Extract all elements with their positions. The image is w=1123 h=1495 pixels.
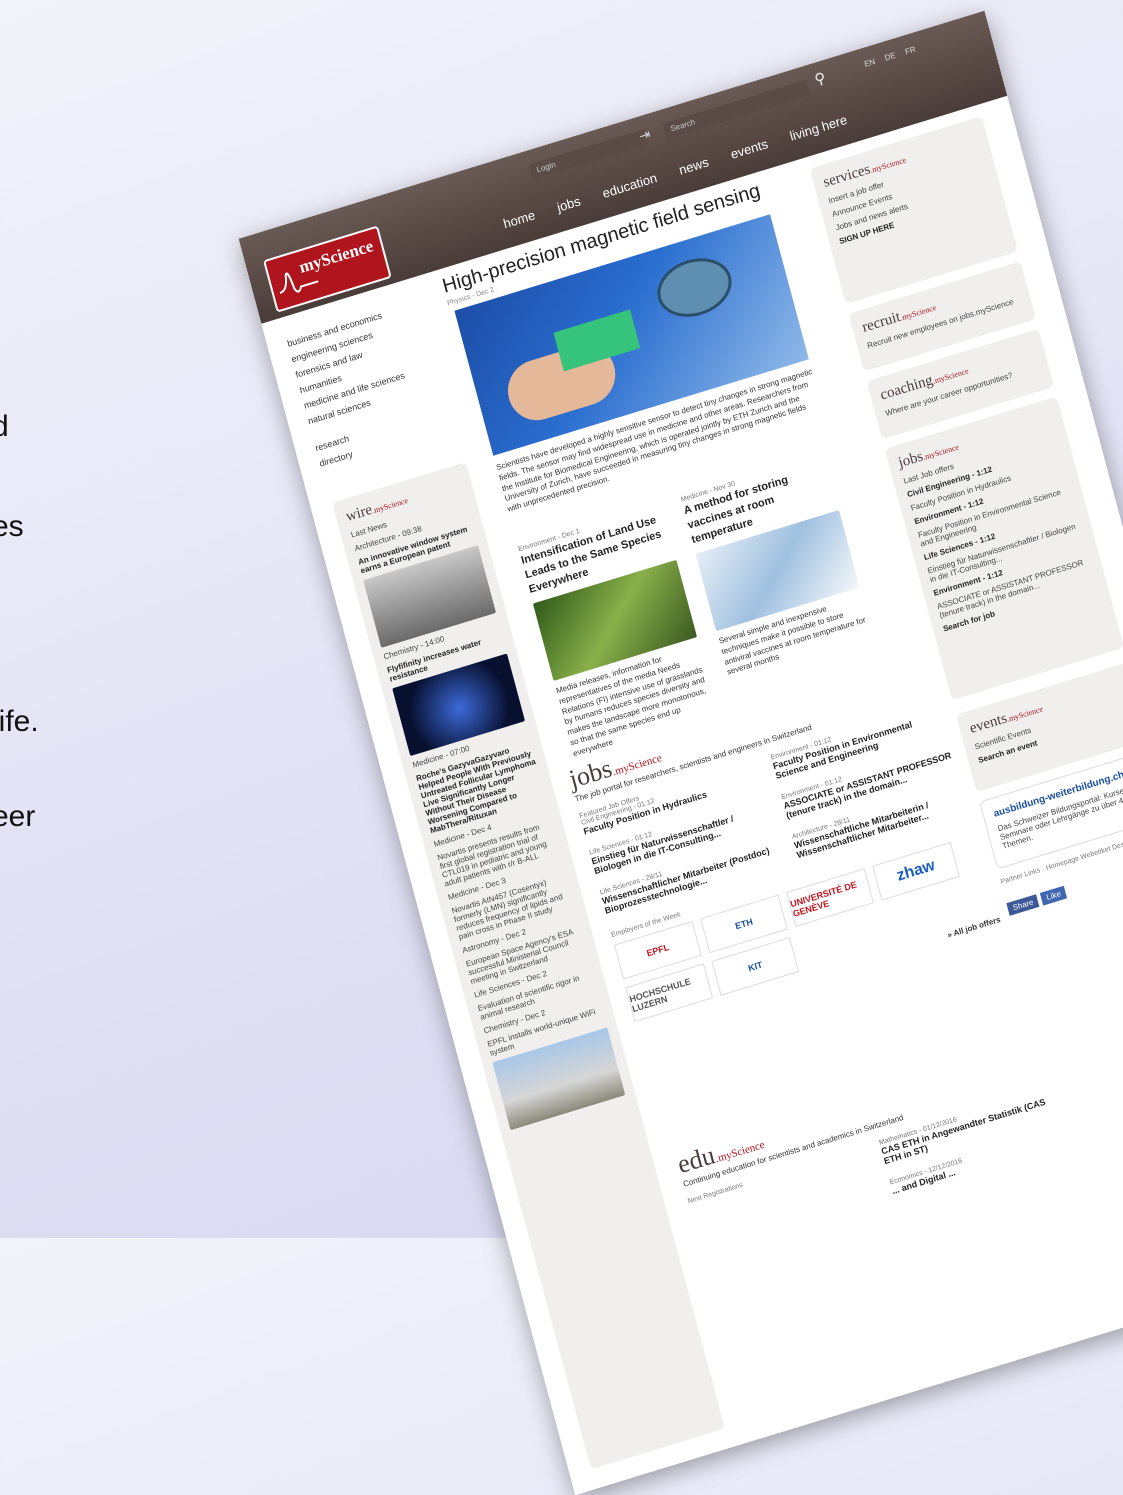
facebook-share-button[interactable]: Share <box>1006 894 1040 916</box>
slide-text-fragment: life. <box>0 705 39 738</box>
webpage: myScience Login ⇥ Search ⚲ EN DE FR home… <box>238 10 1123 1495</box>
nav-education[interactable]: education <box>601 170 659 201</box>
nav-events[interactable]: events <box>729 136 770 162</box>
nav-living-here[interactable]: living here <box>788 112 849 144</box>
language-de[interactable]: DE <box>884 51 897 63</box>
language-switcher: EN DE FR <box>863 42 924 69</box>
nav-news[interactable]: news <box>677 154 710 177</box>
slide-text-fragment: d <box>0 410 9 443</box>
site-logo[interactable]: myScience <box>263 225 392 313</box>
category-sidebar: business and economics engineering scien… <box>286 298 456 474</box>
login-field[interactable]: Login <box>529 129 648 181</box>
logo-wave-icon <box>279 272 319 294</box>
jobs-box: jobs.myScience Last Job offers Civil Eng… <box>884 396 1123 701</box>
tilted-screenshot: myScience Login ⇥ Search ⚲ EN DE FR home… <box>238 10 1123 1495</box>
nav-home[interactable]: home <box>502 207 537 231</box>
edu-section: edu.myScience Continuing education for s… <box>674 1040 1069 1268</box>
background-slide-text: d es life. eer <box>0 0 140 1238</box>
story-card: Environment - Dec 1 Intensification of L… <box>517 502 718 760</box>
language-fr[interactable]: FR <box>904 45 917 57</box>
nav-jobs[interactable]: jobs <box>555 193 582 214</box>
slide-text-fragment: es <box>0 510 24 543</box>
hero-sensor <box>650 249 739 326</box>
slide-text-fragment: eer <box>0 800 36 833</box>
search-icon[interactable]: ⚲ <box>812 68 828 89</box>
language-en[interactable]: EN <box>863 57 876 69</box>
story-card: Medicine - Nov 30 A method for storing v… <box>680 452 872 679</box>
facebook-like-button[interactable]: Like <box>1040 885 1068 906</box>
